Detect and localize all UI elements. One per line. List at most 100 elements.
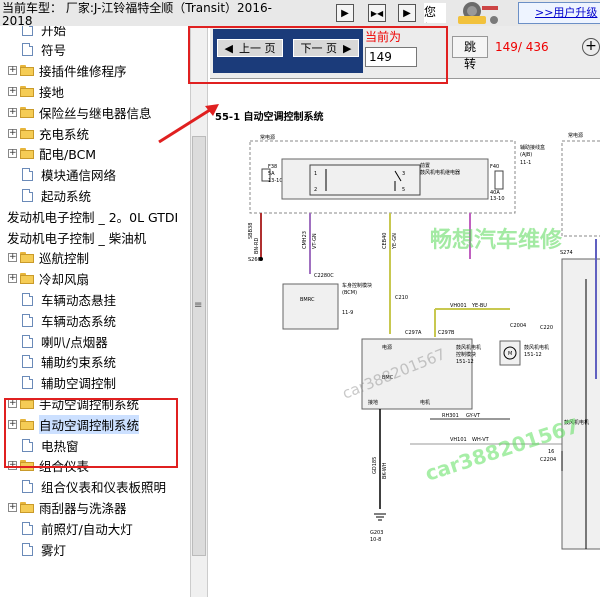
f40-loc: 13-10 — [490, 196, 505, 202]
document-icon — [22, 521, 33, 535]
expand-plus-icon[interactable]: + — [8, 419, 17, 429]
tree-item-label: 雾灯 — [41, 542, 67, 558]
page-nav-block: ◀ 上一 页 下一 页 ▶ — [213, 29, 363, 73]
watermark-phone-green: car388201567 — [422, 413, 582, 485]
expand-plus-icon[interactable]: + — [8, 86, 17, 96]
folder-icon — [20, 397, 34, 409]
tree-item-label: 雨刮器与洗涤器 — [39, 500, 127, 516]
scrollbar-thumb[interactable] — [192, 136, 206, 556]
tree-item[interactable]: + 巡航控制 — [8, 248, 89, 268]
svg-text:(BCM): (BCM) — [342, 290, 357, 296]
expand-plus-icon[interactable]: + — [8, 274, 17, 284]
svg-text:BN-RD: BN-RD — [254, 238, 260, 254]
wiring-diagram: 55-1 自动空调控制系统 常电源 辅助接线盒 (AJB) 11-1 F38 5… — [210, 78, 600, 598]
tree-item[interactable]: 车辆动态系统 — [22, 310, 116, 330]
tree-item[interactable]: 组合仪表和仪表板照明 — [22, 477, 166, 497]
expand-plus-icon[interactable]: + — [8, 128, 17, 138]
play-arrow-icon: ▶ — [341, 7, 349, 19]
tree-item[interactable]: + 手动空调控制系统 — [8, 393, 139, 413]
page-number-input[interactable] — [365, 47, 417, 67]
document-icon — [22, 26, 33, 36]
relay-sub: 鼓风机电机继电器 — [420, 169, 460, 176]
splitter-grip-icon[interactable]: ≡ — [194, 300, 202, 311]
tree-item[interactable]: + 组合仪表 — [8, 456, 89, 476]
folder-icon — [20, 418, 34, 430]
tree-item[interactable]: + 配电/BCM — [8, 144, 96, 164]
tree-item[interactable]: + 雨刮器与洗涤器 — [8, 497, 127, 517]
expand-plus-icon[interactable]: + — [8, 149, 17, 159]
tree-item[interactable]: 起动系统 — [22, 185, 91, 205]
tree-item[interactable]: 模块通信网络 — [22, 165, 116, 185]
svg-text:VH101: VH101 — [450, 437, 467, 443]
svg-text:接地: 接地 — [368, 399, 378, 406]
mascot-logo-icon — [458, 2, 498, 24]
tree-item-label: 冷却风扇 — [39, 272, 90, 288]
tree-item[interactable]: 发动机电子控制 _ 2。0L GTDI — [7, 206, 178, 226]
tree-item[interactable]: 车辆动态悬挂 — [22, 289, 116, 309]
next-page-button[interactable]: 下一 页 ▶ — [293, 39, 359, 57]
svg-text:YE-BU: YE-BU — [471, 303, 487, 309]
tree-item-label: 手动空调控制系统 — [39, 396, 140, 412]
tree-item[interactable]: 喇叭/点烟器 — [22, 331, 108, 351]
folder-icon — [20, 148, 34, 160]
aux-box-sub: (AJB) — [520, 152, 532, 158]
tree-item[interactable]: + 冷却风扇 — [8, 269, 89, 289]
zoom-in-icon[interactable]: + — [582, 38, 600, 56]
tree-item[interactable]: + 自动空调控制系统 — [8, 414, 140, 434]
page-count: 149/ 436 — [495, 40, 549, 54]
tree-item[interactable]: 辅助空调控制 — [22, 373, 116, 393]
tree-item-label: 车辆动态系统 — [41, 313, 117, 329]
svg-text:1: 1 — [314, 171, 317, 177]
svg-text:SBB38: SBB38 — [248, 223, 254, 239]
tree-item[interactable]: 发动机电子控制 _ 柴油机 — [7, 227, 146, 247]
jump-button[interactable]: 跳转 — [452, 36, 488, 71]
tree-item-label: 起动系统 — [41, 188, 92, 204]
tree-item[interactable]: + 接地 — [8, 81, 64, 101]
expand-plus-icon[interactable]: + — [8, 461, 17, 471]
svg-text:电机: 电机 — [420, 399, 430, 406]
tree-item[interactable]: 开始 — [22, 26, 66, 39]
svg-text:C2204: C2204 — [540, 457, 556, 463]
expand-plus-icon[interactable]: + — [8, 398, 17, 408]
user-upgrade-link[interactable]: >>用户升级 — [518, 2, 600, 24]
document-icon — [22, 188, 33, 202]
nav-first-button[interactable]: ▶ — [336, 4, 354, 22]
page-toolbar: ◀ 上一 页 下一 页 ▶ 当前为 跳转 149/ 436 + — [210, 26, 600, 78]
svg-text:G203: G203 — [370, 530, 383, 536]
svg-text:C297A: C297A — [405, 330, 422, 336]
svg-text:151-12: 151-12 — [456, 359, 474, 365]
expand-plus-icon[interactable]: + — [8, 502, 17, 512]
tree-item[interactable]: 前照灯/自动大灯 — [22, 518, 133, 538]
nav-fit-button[interactable]: ▶◀ — [368, 4, 386, 22]
expand-plus-icon[interactable]: + — [8, 253, 17, 263]
tree-item-label: 开始 — [41, 26, 67, 38]
tree-item[interactable]: 符号 — [22, 40, 66, 60]
tree-item[interactable]: 辅助约束系统 — [22, 352, 116, 372]
tree-item[interactable]: + 保险丝与继电器信息 — [8, 102, 152, 122]
prev-page-button[interactable]: ◀ 上一 页 — [217, 39, 283, 57]
power-label: 常电源 — [260, 134, 275, 141]
double-arrow-icon: ▶◀ — [370, 8, 384, 18]
svg-text:YE-GN: YE-GN — [392, 233, 398, 250]
tree-item-label: 接插件维修程序 — [39, 64, 127, 80]
svg-text:M: M — [508, 351, 512, 357]
tree-item[interactable]: 电热窗 — [22, 435, 79, 455]
tree-item-label: 车辆动态悬挂 — [41, 292, 117, 308]
current-page-label: 当前为 — [365, 30, 402, 44]
expand-plus-icon[interactable]: + — [8, 107, 17, 117]
folder-icon — [20, 252, 34, 264]
tree-item[interactable]: + 充电系统 — [8, 123, 89, 143]
expand-plus-icon[interactable]: + — [8, 66, 17, 76]
folder-icon — [20, 127, 34, 139]
nav-last-button[interactable]: ▶ — [398, 4, 416, 22]
tree-item-label: 模块通信网络 — [41, 168, 117, 184]
document-icon — [22, 355, 33, 369]
aux-box-label: 辅助接线盒 — [520, 144, 545, 151]
tree-item-label: 组合仪表和仪表板照明 — [41, 480, 167, 496]
svg-text:GD185: GD185 — [372, 457, 378, 474]
tree-item-label: 符号 — [41, 43, 67, 59]
tree-item[interactable]: 雾灯 — [22, 539, 66, 559]
tree-item[interactable]: + 接插件维修程序 — [8, 61, 127, 81]
folder-icon — [20, 501, 34, 513]
svg-text:S266: S266 — [248, 257, 261, 263]
